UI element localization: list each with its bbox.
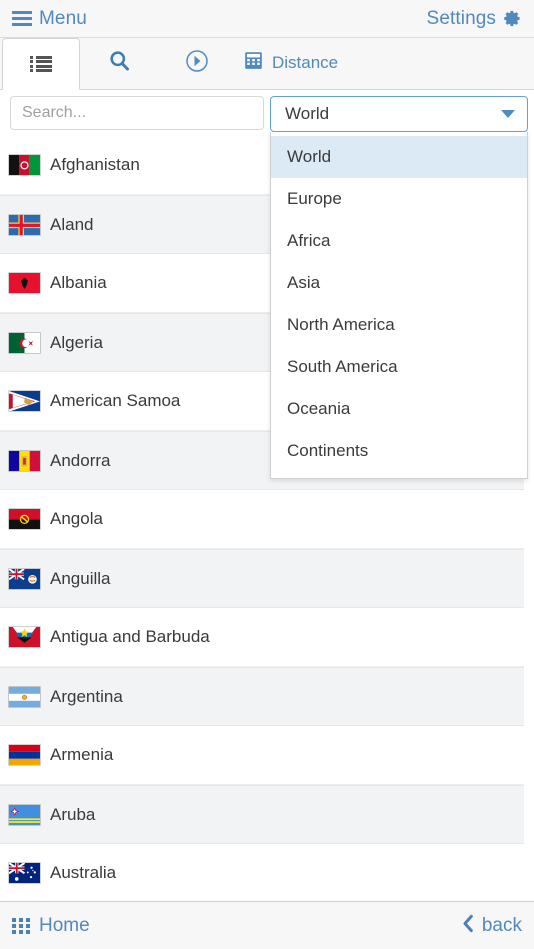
- flag-icon-dz: [8, 331, 41, 354]
- tab-bar: Distance: [0, 38, 534, 90]
- tab-distance[interactable]: Distance: [236, 37, 361, 89]
- flag-icon-au: [8, 862, 41, 884]
- tab-nearby[interactable]: [158, 37, 236, 89]
- country-name: Andorra: [50, 450, 111, 470]
- country-row[interactable]: Armenia: [0, 726, 524, 785]
- settings-button[interactable]: Settings: [427, 8, 522, 30]
- country-name: Albania: [50, 273, 107, 292]
- region-option-asia[interactable]: Asia: [271, 262, 527, 304]
- country-name: Aruba: [50, 804, 96, 824]
- flag-icon-al: [8, 272, 41, 294]
- region-select-wrapper: World World Europe Africa Asia North Ame…: [270, 96, 528, 479]
- tab-search[interactable]: [80, 37, 158, 89]
- search-input[interactable]: [10, 96, 264, 130]
- filter-bar: World World Europe Africa Asia North Ame…: [0, 90, 534, 479]
- country-row[interactable]: Argentina: [0, 667, 524, 726]
- region-option-oceania[interactable]: Oceania: [271, 388, 527, 430]
- calculator-icon: [243, 50, 264, 76]
- country-name: Angola: [50, 509, 103, 528]
- list-view-icon: [30, 55, 52, 73]
- region-select[interactable]: World: [270, 96, 528, 132]
- country-name: Afghanistan: [50, 155, 140, 174]
- flag-icon-af: [8, 154, 41, 176]
- country-name: Australia: [50, 863, 117, 882]
- flag-icon-aw: [8, 803, 41, 826]
- menu-label: Menu: [39, 7, 87, 29]
- flag-icon-ad: [8, 449, 41, 472]
- chevron-down-icon: [501, 110, 515, 118]
- region-option-continents[interactable]: Continents: [271, 430, 527, 472]
- tab-distance-label: Distance: [272, 53, 339, 72]
- back-button[interactable]: back: [462, 914, 522, 938]
- menu-button[interactable]: Menu: [12, 8, 87, 30]
- country-row[interactable]: Anguilla: [0, 549, 524, 608]
- country-name: Antigua and Barbuda: [50, 627, 210, 646]
- region-dropdown: World Europe Africa Asia North America S…: [270, 132, 528, 479]
- country-name: Aland: [50, 214, 94, 234]
- app-root: Menu Settings Distance Search... World W…: [0, 0, 534, 949]
- grid-icon: [12, 917, 31, 934]
- flag-icon-ax: [8, 213, 41, 236]
- flag-icon-ar: [8, 685, 41, 708]
- country-row[interactable]: Australia: [0, 844, 524, 901]
- region-option-world[interactable]: World: [271, 136, 527, 178]
- tab-list[interactable]: [2, 38, 80, 90]
- region-option-north-america[interactable]: North America: [271, 304, 527, 346]
- region-select-value: World: [285, 104, 330, 123]
- hamburger-icon: [12, 11, 32, 26]
- circle-chevron-right-icon: [185, 49, 209, 78]
- home-button[interactable]: Home: [12, 915, 90, 937]
- flag-icon-am: [8, 744, 41, 766]
- flag-icon-ai: [8, 567, 41, 590]
- country-name: Armenia: [50, 745, 114, 764]
- search-icon: [108, 49, 131, 77]
- country-row[interactable]: Antigua and Barbuda: [0, 608, 524, 667]
- region-option-africa[interactable]: Africa: [271, 220, 527, 262]
- back-label: back: [481, 914, 522, 936]
- gear-icon: [503, 9, 522, 28]
- country-row[interactable]: Aruba: [0, 785, 524, 844]
- top-header: Menu Settings: [0, 0, 534, 38]
- bottom-bar: Home back: [0, 901, 534, 949]
- flag-icon-ao: [8, 508, 41, 530]
- country-name: Argentina: [50, 686, 123, 706]
- chevron-left-icon: [462, 914, 474, 938]
- region-option-south-america[interactable]: South America: [271, 346, 527, 388]
- country-name: Algeria: [50, 332, 103, 352]
- flag-icon-ag: [8, 626, 41, 648]
- country-name: American Samoa: [50, 391, 181, 410]
- country-row[interactable]: Angola: [0, 490, 524, 549]
- flag-icon-as: [8, 390, 41, 412]
- home-label: Home: [39, 914, 90, 936]
- country-name: Anguilla: [50, 568, 111, 588]
- settings-label: Settings: [426, 7, 496, 29]
- region-option-europe[interactable]: Europe: [271, 178, 527, 220]
